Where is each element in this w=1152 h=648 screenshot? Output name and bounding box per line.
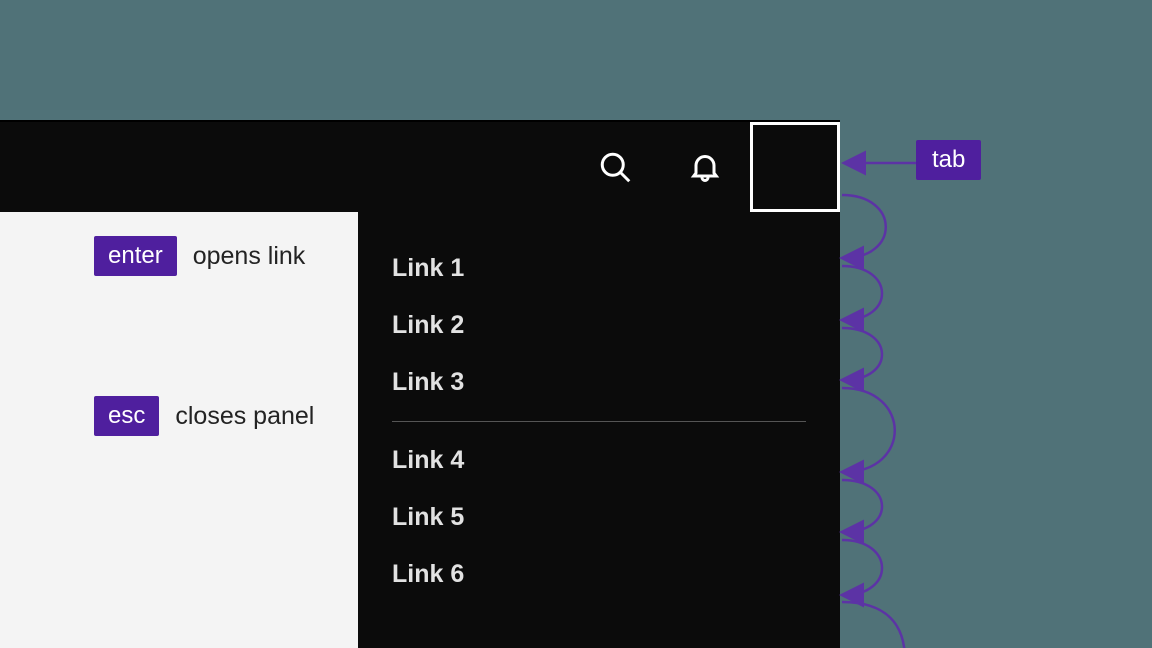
menu-link[interactable]: Link 4	[392, 432, 806, 489]
keycap-esc: esc	[94, 396, 159, 436]
menu-divider	[392, 421, 806, 422]
close-button[interactable]	[750, 122, 840, 212]
note-enter: enter opens link	[94, 236, 354, 276]
menu-panel: Link 1 Link 2 Link 3 Link 4 Link 5 Link …	[358, 212, 840, 648]
topbar-actions	[570, 122, 838, 212]
menu-link[interactable]: Link 3	[392, 354, 806, 411]
search-icon	[597, 149, 633, 185]
close-icon	[781, 153, 809, 181]
menu-link[interactable]: Link 5	[392, 489, 806, 546]
search-button[interactable]	[570, 122, 660, 212]
note-esc-text: closes panel	[175, 402, 314, 431]
menu-link[interactable]: Link 2	[392, 297, 806, 354]
note-enter-text: opens link	[193, 242, 306, 271]
keyboard-notes: enter opens link esc closes panel	[94, 236, 354, 556]
keycap-enter: enter	[94, 236, 177, 276]
menu-link[interactable]: Link 1	[392, 240, 806, 297]
bell-icon	[687, 149, 723, 185]
topbar	[0, 122, 838, 212]
menu-link[interactable]: Link 6	[392, 546, 806, 603]
notifications-button[interactable]	[660, 122, 750, 212]
keycap-tab: tab	[916, 140, 981, 180]
note-esc: esc closes panel	[94, 396, 354, 436]
